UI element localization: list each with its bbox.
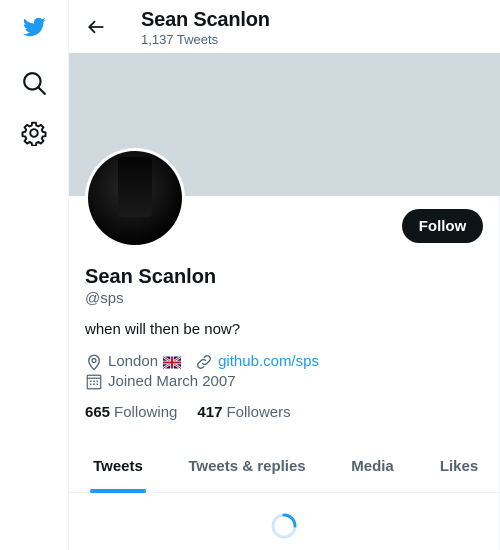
location-pin-icon xyxy=(85,353,103,371)
left-nav xyxy=(0,0,69,550)
tab-tweets-replies[interactable]: Tweets & replies xyxy=(167,440,327,493)
profile-name: Sean Scanlon xyxy=(85,266,217,288)
following-label: Following xyxy=(114,404,178,421)
tab-label: Likes xyxy=(439,458,479,475)
header-title: Sean Scanlon xyxy=(141,9,270,31)
tab-likes[interactable]: Likes xyxy=(418,440,500,493)
followers-count: 417 xyxy=(197,404,223,421)
profile-meta-row: London github.com/sps xyxy=(85,353,319,371)
followers-label: Followers xyxy=(226,404,291,421)
followers-link[interactable]: 417 Followers xyxy=(197,404,290,422)
calendar-icon xyxy=(85,373,103,391)
back-arrow-icon[interactable] xyxy=(83,14,109,40)
twitter-bird-icon[interactable] xyxy=(19,12,49,42)
avatar[interactable] xyxy=(85,148,185,248)
profile-header: Sean Scanlon 1,137 Tweets xyxy=(69,0,500,53)
profile-bio: when will then be now? xyxy=(85,321,241,338)
gear-icon[interactable] xyxy=(19,118,49,148)
profile-tabs: Tweets Tweets & replies Media Likes xyxy=(69,440,500,493)
profile-handle: @sps xyxy=(85,290,124,307)
loading-spinner-icon xyxy=(270,512,298,540)
profile-joined: Joined March 2007 xyxy=(108,373,236,390)
follow-button[interactable]: Follow xyxy=(402,209,483,243)
tab-label: Tweets xyxy=(93,458,143,475)
tab-label: Media xyxy=(351,458,394,475)
profile-website-link[interactable]: github.com/sps xyxy=(218,353,319,371)
uk-flag-icon xyxy=(162,355,182,369)
profile-location: London xyxy=(108,353,159,370)
following-count: 665 xyxy=(85,404,111,421)
active-tab-indicator xyxy=(90,489,146,493)
tab-label: Tweets & replies xyxy=(188,458,306,475)
profile-stats: 665 Following 417 Followers xyxy=(85,404,311,422)
tab-tweets[interactable]: Tweets xyxy=(69,440,167,493)
tab-media[interactable]: Media xyxy=(327,440,418,493)
profile-main: Sean Scanlon 1,137 Tweets Follow Sean Sc… xyxy=(69,0,500,550)
search-icon[interactable] xyxy=(19,68,49,98)
profile-joined-row: Joined March 2007 xyxy=(85,373,236,391)
tweet-count: 1,137 Tweets xyxy=(141,32,219,47)
link-icon xyxy=(195,353,213,371)
following-link[interactable]: 665 Following xyxy=(85,404,177,422)
